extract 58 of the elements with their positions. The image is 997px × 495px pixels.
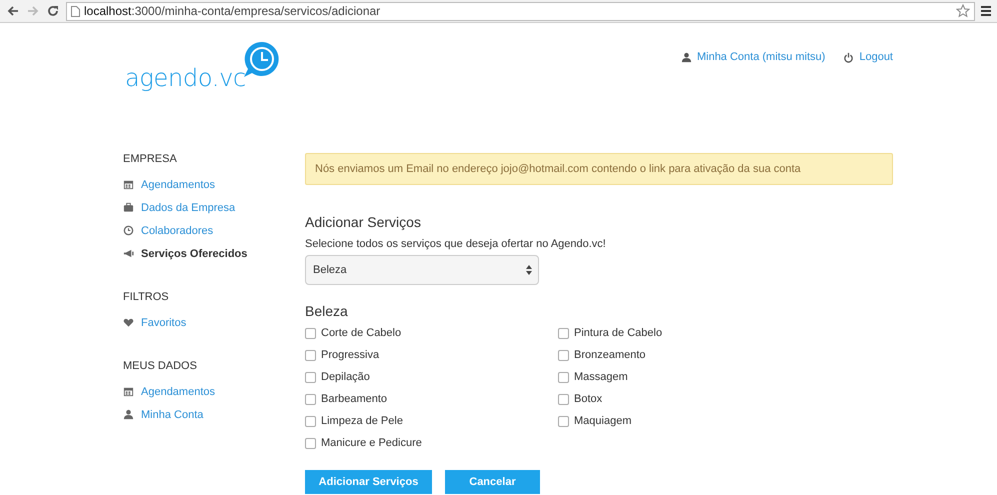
sidebar-item[interactable]: Serviços Oferecidos bbox=[123, 242, 305, 265]
user-icon bbox=[123, 409, 134, 420]
calendar-icon bbox=[123, 179, 134, 190]
sidebar-item[interactable]: Agendamentos bbox=[123, 173, 305, 196]
section-title: EMPRESA bbox=[123, 153, 178, 165]
sidebar-item[interactable]: Favoritos bbox=[123, 311, 305, 334]
power-icon bbox=[843, 52, 854, 62]
service-checkbox[interactable]: Barbeamento bbox=[305, 388, 558, 410]
back-icon[interactable] bbox=[6, 4, 20, 18]
checkbox[interactable] bbox=[305, 328, 316, 338]
sidebar-item[interactable]: Minha Conta bbox=[123, 403, 305, 426]
calendar-icon bbox=[123, 386, 134, 397]
service-checkbox[interactable]: Manicure e Pedicure bbox=[305, 432, 558, 454]
logout-link[interactable]: Logout bbox=[843, 51, 893, 63]
url-text: localhost:3000/minha-conta/empresa/servicos/adicionar bbox=[84, 4, 380, 18]
sidebar-item[interactable]: Dados da Empresa bbox=[123, 196, 305, 219]
group-title: Beleza bbox=[305, 303, 349, 319]
checkbox[interactable] bbox=[305, 438, 316, 448]
service-checkbox[interactable]: Limpeza de Pele bbox=[305, 410, 558, 432]
checkbox[interactable] bbox=[558, 372, 569, 382]
checkbox[interactable] bbox=[558, 394, 569, 404]
checkbox[interactable] bbox=[305, 372, 316, 382]
checkbox[interactable] bbox=[305, 394, 316, 404]
sidebar-item[interactable]: Colaboradores bbox=[123, 219, 305, 242]
service-checkbox[interactable]: Pintura de Cabelo bbox=[558, 322, 811, 344]
service-checkbox[interactable]: Botox bbox=[558, 388, 811, 410]
form-subtitle: Selecione todos os serviços que deseja ofertar no Agendo.vc! bbox=[305, 238, 607, 250]
service-checkbox[interactable]: Massagem bbox=[558, 366, 811, 388]
megaphone-icon bbox=[123, 248, 134, 259]
alert-message: Nós enviamos um Email no endereço jojo@hotmail.com contendo o link para ativação da sua conta bbox=[305, 153, 893, 185]
logo-text: agendo.vc bbox=[125, 64, 246, 92]
page-icon bbox=[71, 6, 80, 16]
service-checkbox[interactable]: Maquiagem bbox=[558, 410, 811, 432]
forward-icon[interactable] bbox=[26, 4, 40, 18]
reload-icon[interactable] bbox=[46, 4, 60, 18]
star-icon[interactable] bbox=[956, 4, 970, 18]
account-link[interactable]: Minha Conta (mitsu mitsu) bbox=[680, 51, 826, 63]
clock-icon bbox=[123, 225, 134, 236]
user-icon bbox=[680, 52, 692, 62]
checkbox[interactable] bbox=[305, 416, 316, 426]
section-title: FILTROS bbox=[123, 291, 170, 303]
category-select[interactable]: Beleza bbox=[305, 255, 539, 285]
service-checkbox[interactable]: Bronzeamento bbox=[558, 344, 811, 366]
checkbox[interactable] bbox=[558, 350, 569, 360]
section-title: MEUS DADOS bbox=[123, 360, 198, 372]
checkbox[interactable] bbox=[558, 416, 569, 426]
form-title: Adicionar Serviços bbox=[305, 214, 422, 230]
heart-icon bbox=[123, 317, 134, 328]
checkbox[interactable] bbox=[558, 328, 569, 338]
address-bar[interactable]: localhost:3000/minha-conta/empresa/servicos/adicionar bbox=[66, 2, 975, 20]
updown-icon bbox=[526, 265, 532, 275]
service-checkbox[interactable]: Progressiva bbox=[305, 344, 558, 366]
service-checkbox[interactable]: Depilação bbox=[305, 366, 558, 388]
service-checkbox[interactable]: Corte de Cabelo bbox=[305, 322, 558, 344]
briefcase-icon bbox=[123, 202, 134, 213]
sidebar-item[interactable]: Agendamentos bbox=[123, 380, 305, 403]
menu-icon[interactable] bbox=[981, 5, 991, 17]
checkbox[interactable] bbox=[305, 350, 316, 360]
